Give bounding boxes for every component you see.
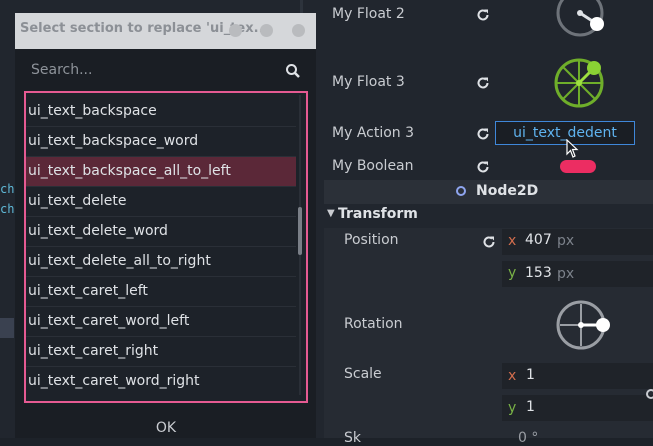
list-item[interactable]: ui_text_backspace_word bbox=[26, 127, 296, 157]
list-item[interactable]: ui_text_delete bbox=[26, 187, 296, 217]
axis-y-label: y bbox=[508, 265, 517, 281]
list-item[interactable]: ui_text_backspace bbox=[26, 97, 296, 127]
list-item[interactable]: ui_text_delete_all_to_right bbox=[26, 247, 296, 277]
prop-label-my-float-2: My Float 2 bbox=[332, 6, 405, 22]
boolean-toggle[interactable] bbox=[560, 160, 596, 173]
list-item-label: ui_text_backspace bbox=[28, 103, 157, 119]
list-item-selected[interactable]: ui_text_backspace_all_to_left bbox=[26, 157, 296, 187]
list-item-label: ui_text_caret_word_left bbox=[28, 313, 190, 329]
node2d-icon bbox=[456, 186, 466, 196]
skew-value: 0 ° bbox=[518, 430, 539, 446]
maximize-button[interactable] bbox=[260, 24, 273, 37]
list-item[interactable]: ui_text_caret_left bbox=[26, 277, 296, 307]
axis-y-label: y bbox=[508, 400, 517, 416]
prop-label-my-action-3: My Action 3 bbox=[332, 125, 415, 141]
axis-x-label: x bbox=[508, 368, 517, 384]
list-item-label: ui_text_backspace_word bbox=[28, 133, 199, 149]
ok-button[interactable]: OK bbox=[150, 420, 182, 438]
rotation-angle-knob[interactable] bbox=[555, 299, 611, 355]
prop-label-rotation: Rotation bbox=[344, 316, 403, 332]
float-2-angle-knob[interactable] bbox=[555, 0, 605, 42]
prop-label-scale: Scale bbox=[344, 366, 382, 382]
list-item-label: ui_text_backspace_all_to_left bbox=[28, 163, 231, 179]
search-icon bbox=[285, 63, 301, 79]
list-item[interactable]: ui_text_caret_word_right bbox=[26, 367, 296, 397]
revert-icon[interactable] bbox=[475, 159, 491, 175]
prop-label-skew: Sk bbox=[344, 430, 361, 446]
revert-icon[interactable] bbox=[475, 7, 491, 23]
scale-y-field[interactable] bbox=[502, 395, 653, 421]
chevron-down-icon[interactable]: ▼ bbox=[327, 208, 335, 219]
list-item[interactable]: ui_text_delete_word bbox=[26, 217, 296, 247]
list-item-label: ui_text_delete_all_to_right bbox=[28, 253, 211, 269]
editor-line-highlight bbox=[0, 318, 14, 338]
minimize-button[interactable] bbox=[229, 24, 242, 37]
position-x-unit: px bbox=[557, 233, 575, 249]
list-item-label: ui_text_delete bbox=[28, 193, 127, 209]
position-x-value: 407 bbox=[525, 232, 552, 248]
position-y-unit: px bbox=[557, 266, 575, 282]
node-class-title: Node2D bbox=[476, 183, 539, 199]
list-scrollbar-thumb[interactable] bbox=[298, 207, 302, 255]
scale-x-field[interactable] bbox=[502, 363, 653, 389]
action-select-field[interactable]: ui_text_dedent bbox=[495, 121, 635, 145]
link-icon[interactable] bbox=[646, 389, 653, 399]
position-y-value: 153 bbox=[525, 265, 552, 281]
scale-x-value: 1 bbox=[526, 367, 535, 383]
list-item-label: ui_text_caret_word_right bbox=[28, 373, 200, 389]
list-item[interactable]: ui_text_caret_word_left bbox=[26, 307, 296, 337]
revert-icon[interactable] bbox=[481, 234, 497, 250]
list-item-label: ui_text_caret_left bbox=[28, 283, 148, 299]
prop-label-my-boolean: My Boolean bbox=[332, 158, 414, 174]
code-fragment: ch bbox=[0, 182, 15, 196]
float-3-angle-knob[interactable] bbox=[553, 56, 607, 114]
list-item[interactable]: ui_text_caret_right bbox=[26, 337, 296, 367]
scale-y-value: 1 bbox=[526, 399, 535, 415]
list-item-label: ui_text_caret_right bbox=[28, 343, 159, 359]
axis-x-label: x bbox=[508, 233, 517, 249]
list-item-label: ui_text_delete_word bbox=[28, 223, 168, 239]
prop-label-position: Position bbox=[344, 232, 399, 248]
revert-icon[interactable] bbox=[475, 75, 491, 91]
search-placeholder: Search... bbox=[31, 62, 93, 78]
transform-section-header[interactable]: Transform bbox=[338, 206, 418, 222]
code-fragment: ch bbox=[0, 202, 15, 216]
close-button[interactable] bbox=[292, 24, 305, 37]
prop-label-my-float-3: My Float 3 bbox=[332, 74, 405, 90]
revert-icon[interactable] bbox=[475, 126, 491, 142]
